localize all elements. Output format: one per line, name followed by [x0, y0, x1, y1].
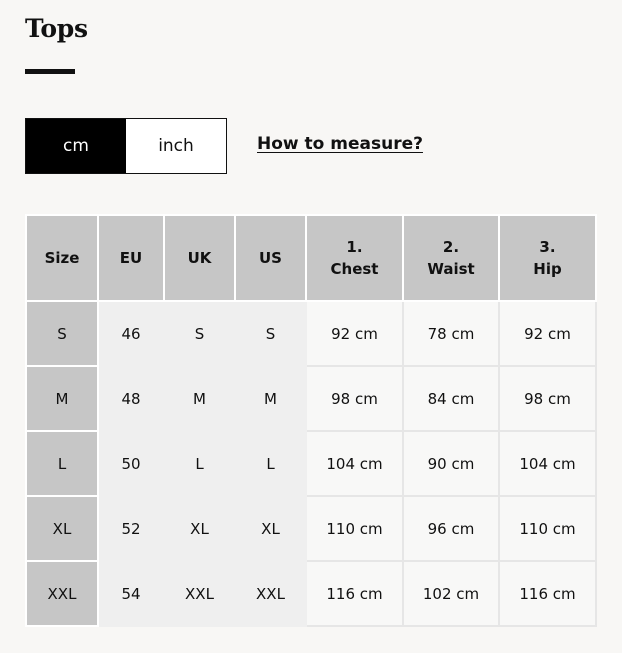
cell-hip: 92 cm [498, 300, 597, 367]
cell-chest: 98 cm [305, 365, 404, 432]
cell-chest: 110 cm [305, 495, 404, 562]
cell-uk: L [163, 430, 236, 497]
cell-hip: 104 cm [498, 430, 597, 497]
cell-waist: 96 cm [402, 495, 500, 562]
how-to-measure-link[interactable]: How to measure? [257, 134, 423, 154]
size-chart-table: Size EU UK US 1. Chest 2. Waist 3. Hip S 46… [25, 214, 597, 627]
cell-chest: 104 cm [305, 430, 404, 497]
cell-waist: 78 cm [402, 300, 500, 367]
cell-size: M [25, 365, 99, 432]
unit-toggle: cm inch [25, 118, 227, 174]
cell-chest: 116 cm [305, 560, 404, 627]
table-row: XXL 54 XXL XXL 116 cm 102 cm 116 cm [25, 560, 597, 627]
cell-waist: 84 cm [402, 365, 500, 432]
table-header-row: Size EU UK US 1. Chest 2. Waist 3. Hip [25, 214, 597, 302]
table-row: S 46 S S 92 cm 78 cm 92 cm [25, 300, 597, 367]
cell-uk: S [163, 300, 236, 367]
cell-eu: 50 [97, 430, 165, 497]
header-chest: 1. Chest [305, 214, 404, 302]
header-hip: 3. Hip [498, 214, 597, 302]
cell-eu: 46 [97, 300, 165, 367]
cell-eu: 54 [97, 560, 165, 627]
unit-cm-button[interactable]: cm [26, 119, 126, 173]
header-size: Size [25, 214, 99, 302]
cell-uk: XL [163, 495, 236, 562]
cell-size: XXL [25, 560, 99, 627]
cell-hip: 98 cm [498, 365, 597, 432]
header-eu: EU [97, 214, 165, 302]
cell-chest: 92 cm [305, 300, 404, 367]
cell-uk: XXL [163, 560, 236, 627]
cell-eu: 48 [97, 365, 165, 432]
cell-size: L [25, 430, 99, 497]
title-underline [25, 69, 75, 74]
table-row: M 48 M M 98 cm 84 cm 98 cm [25, 365, 597, 432]
header-uk: UK [163, 214, 236, 302]
cell-us: XL [234, 495, 307, 562]
cell-us: M [234, 365, 307, 432]
cell-waist: 90 cm [402, 430, 500, 497]
cell-waist: 102 cm [402, 560, 500, 627]
cell-size: XL [25, 495, 99, 562]
cell-hip: 116 cm [498, 560, 597, 627]
cell-us: L [234, 430, 307, 497]
cell-uk: M [163, 365, 236, 432]
cell-eu: 52 [97, 495, 165, 562]
table-row: L 50 L L 104 cm 90 cm 104 cm [25, 430, 597, 497]
table-row: XL 52 XL XL 110 cm 96 cm 110 cm [25, 495, 597, 562]
cell-size: S [25, 300, 99, 367]
cell-us: XXL [234, 560, 307, 627]
cell-us: S [234, 300, 307, 367]
header-us: US [234, 214, 307, 302]
unit-inch-button[interactable]: inch [126, 119, 226, 173]
page-title: Tops [25, 14, 88, 43]
header-waist: 2. Waist [402, 214, 500, 302]
cell-hip: 110 cm [498, 495, 597, 562]
